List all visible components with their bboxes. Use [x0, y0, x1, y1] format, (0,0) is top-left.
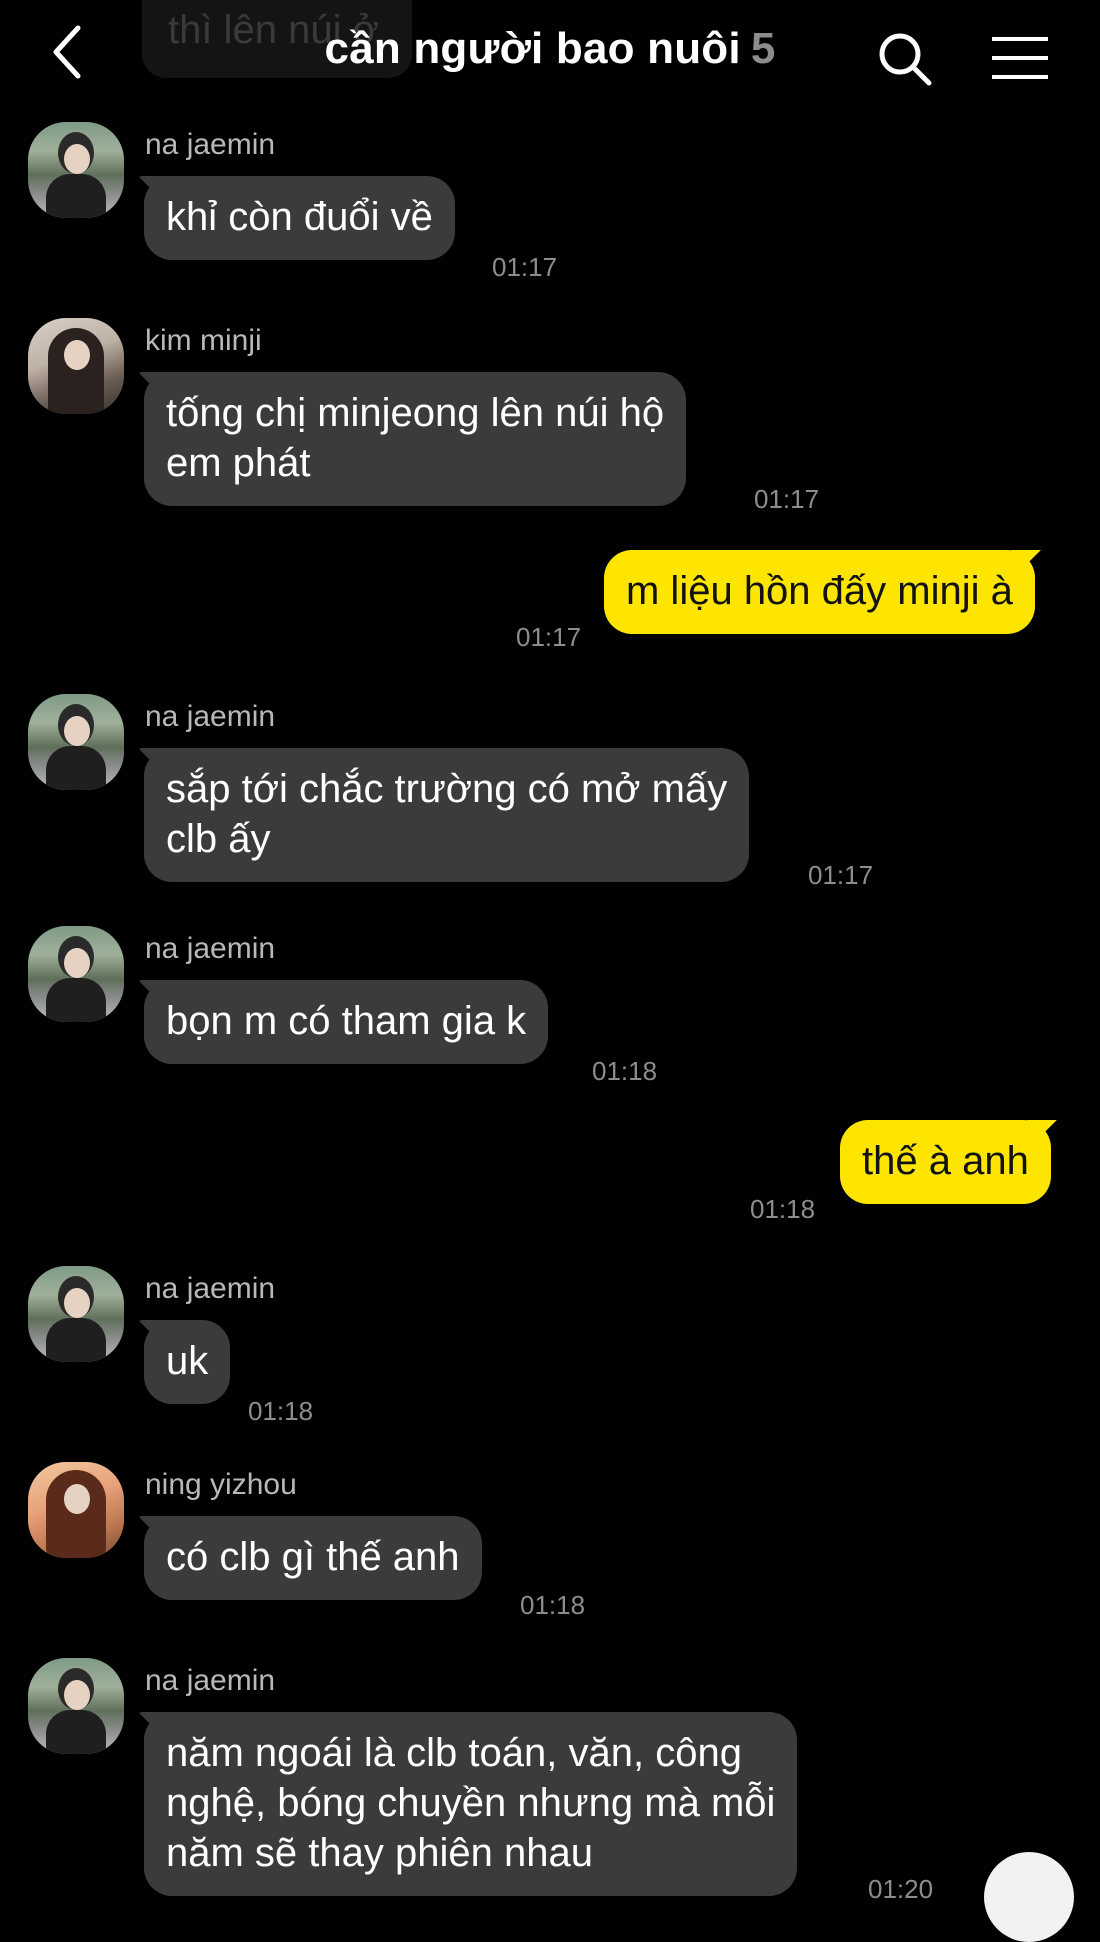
avatar-body	[46, 1318, 106, 1362]
avatar-body	[46, 978, 106, 1022]
avatar[interactable]	[28, 1462, 124, 1558]
sender-name[interactable]: na jaemin	[145, 700, 275, 734]
avatar-body	[46, 174, 106, 218]
my-message-bubble[interactable]: m liệu hồn đấy minji à	[604, 550, 1035, 634]
message-text-line: sắp tới chắc trường có mở mấy	[166, 767, 728, 811]
avatar-face	[64, 948, 90, 978]
message-bubble[interactable]: khỉ còn đuổi về	[144, 176, 455, 260]
message-time: 01:17	[808, 860, 874, 890]
message-text: bọn m có tham gia k	[166, 999, 527, 1043]
message-text-line: năm ngoái là clb toán, văn, công	[166, 1731, 742, 1775]
avatar-face	[64, 1288, 90, 1318]
avatar[interactable]	[28, 1658, 124, 1754]
message-text: thế à anh	[862, 1139, 1029, 1183]
avatar[interactable]	[28, 1266, 124, 1362]
message-text-line: clb ấy	[166, 817, 271, 861]
sender-name[interactable]: na jaemin	[145, 128, 275, 162]
avatar[interactable]	[28, 926, 124, 1022]
sender-name[interactable]: ning yizhou	[145, 1468, 297, 1502]
message-text: có clb gì thế anh	[166, 1535, 460, 1579]
hamburger-menu-icon[interactable]	[990, 34, 1050, 82]
message-text-line: em phát	[166, 441, 311, 485]
message-text-line: năm sẽ thay phiên nhau	[166, 1831, 593, 1875]
sender-name[interactable]: na jaemin	[145, 932, 275, 966]
message-time: 01:17	[754, 484, 820, 514]
search-icon[interactable]	[876, 30, 934, 88]
message-bubble[interactable]: uk	[144, 1320, 231, 1404]
avatar[interactable]	[28, 694, 124, 790]
avatar-body	[46, 746, 106, 790]
previous-message-text: thì lên núi ở	[168, 8, 379, 52]
chat-header: thì lên núi ở cần người bao nuôi 5	[0, 0, 1100, 100]
message-time: 01:17	[516, 622, 582, 652]
message-time: 01:20	[868, 1874, 934, 1904]
message-time: 01:18	[248, 1396, 314, 1426]
message-bubble[interactable]: sắp tới chắc trường có mở mấy clb ấy	[144, 748, 750, 882]
member-count: 5	[750, 24, 776, 73]
message-time: 01:18	[520, 1590, 586, 1620]
message-text: khỉ còn đuổi về	[166, 195, 433, 239]
message-text: m liệu hồn đấy minji à	[626, 569, 1013, 613]
message-text-line: tống chị minjeong lên núi hộ	[166, 391, 665, 435]
avatar[interactable]	[28, 122, 124, 218]
avatar-face	[64, 1484, 90, 1514]
avatar-body	[46, 1710, 106, 1754]
message-bubble[interactable]: bọn m có tham gia k	[144, 980, 549, 1064]
sender-name[interactable]: kim minji	[145, 324, 262, 358]
avatar-face	[64, 1680, 90, 1710]
chevron-left-icon[interactable]	[48, 22, 88, 82]
scroll-to-bottom-button[interactable]	[984, 1852, 1074, 1942]
sender-name[interactable]: na jaemin	[145, 1272, 275, 1306]
avatar[interactable]	[28, 318, 124, 414]
message-time: 01:18	[592, 1056, 658, 1086]
message-bubble[interactable]: tống chị minjeong lên núi hộ em phát	[144, 372, 687, 506]
my-message-bubble[interactable]: thế à anh	[840, 1120, 1051, 1204]
message-time: 01:17	[492, 252, 558, 282]
message-bubble[interactable]: năm ngoái là clb toán, văn, công nghệ, b…	[144, 1712, 798, 1896]
message-text: uk	[166, 1339, 209, 1383]
sender-name[interactable]: na jaemin	[145, 1664, 275, 1698]
avatar-face	[64, 716, 90, 746]
message-text-line: nghệ, bóng chuyền nhưng mà mỗi	[166, 1781, 776, 1825]
message-time: 01:18	[750, 1194, 816, 1224]
avatar-face	[64, 144, 90, 174]
avatar-face	[64, 340, 90, 370]
previous-message-bubble: thì lên núi ở	[142, 0, 412, 78]
message-bubble[interactable]: có clb gì thế anh	[144, 1516, 482, 1600]
